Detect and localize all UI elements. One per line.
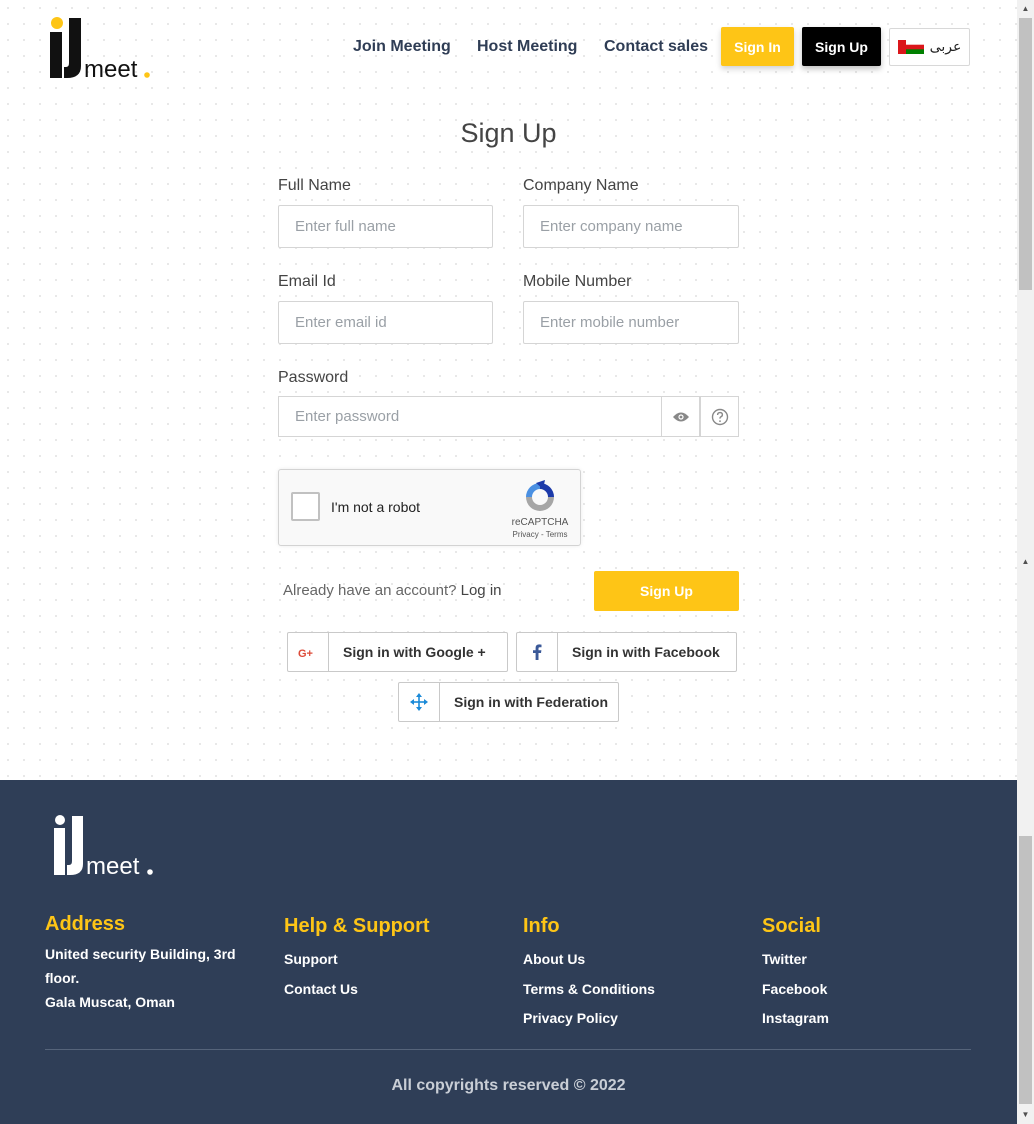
footer-info-title: Info — [523, 915, 560, 937]
ijmeet-logo[interactable]: meet — [48, 16, 158, 82]
mobile-input[interactable] — [523, 301, 739, 344]
company-name-label: Company Name — [523, 177, 639, 194]
federation-signin-label: Sign in with Federation — [454, 694, 608, 710]
svg-text:G+: G+ — [298, 648, 313, 658]
login-link[interactable]: Log in — [461, 582, 502, 599]
nav-join-meeting[interactable]: Join Meeting — [353, 37, 451, 57]
footer-address-text: United security Building, 3rd floor. Gal… — [45, 942, 245, 1014]
copyright-text: All copyrights reserved © 2022 — [391, 1077, 626, 1094]
scroll-up-arrow-icon[interactable]: ▲ — [1017, 2, 1034, 16]
email-input[interactable] — [278, 301, 493, 344]
recaptcha-brand: reCAPTCHA — [511, 517, 569, 528]
google-signin-button[interactable]: G+ Sign in with Google + — [287, 632, 508, 672]
password-help-button[interactable] — [700, 396, 739, 437]
page-scrollbar[interactable]: ▲ ▲ ▼ — [1017, 0, 1034, 1124]
footer-address-line2: Gala Muscat, Oman — [45, 994, 175, 1010]
sign-up-submit-button[interactable]: Sign Up — [594, 571, 739, 611]
recaptcha-privacy-link[interactable]: Privacy — [513, 530, 539, 539]
full-name-input[interactable] — [278, 205, 493, 248]
page: meet Join Meeting Host Meeting Contact s… — [0, 0, 1017, 1124]
already-have-account-text: Already have an account? — [283, 582, 457, 599]
federation-signin-button[interactable]: Sign in with Federation — [398, 682, 619, 722]
facebook-signin-label: Sign in with Facebook — [572, 644, 720, 660]
footer-social-title: Social — [762, 915, 821, 937]
facebook-signin-button[interactable]: Sign in with Facebook — [516, 632, 737, 672]
full-name-label: Full Name — [278, 177, 351, 194]
recaptcha-links: Privacy - Terms — [505, 530, 575, 539]
scrollbar-thumb-2[interactable] — [1019, 836, 1032, 1104]
footer-divider — [45, 1049, 971, 1050]
footer-help-title: Help & Support — [284, 915, 430, 937]
password-label: Password — [278, 369, 349, 386]
footer-link-facebook[interactable]: Facebook — [762, 981, 827, 997]
svg-text:meet: meet — [84, 56, 138, 82]
footer-address-line1: United security Building, 3rd floor. — [45, 946, 236, 986]
svg-text:meet: meet — [86, 853, 140, 880]
eye-icon — [672, 412, 689, 421]
google-signin-label: Sign in with Google + — [343, 644, 486, 660]
page-title: Sign Up — [460, 118, 557, 148]
footer-address-title: Address — [45, 913, 126, 935]
oman-flag-icon — [897, 40, 924, 54]
footer-link-about-us[interactable]: About Us — [523, 951, 585, 967]
show-password-button[interactable] — [661, 396, 700, 437]
footer-link-privacy[interactable]: Privacy Policy — [523, 1010, 618, 1026]
company-name-input[interactable] — [523, 205, 739, 248]
header: meet Join Meeting Host Meeting Contact s… — [0, 0, 1017, 96]
nav-host-meeting[interactable]: Host Meeting — [477, 37, 577, 57]
ijmeet-footer-logo[interactable]: meet — [52, 814, 162, 880]
nav-contact-sales[interactable]: Contact sales — [604, 37, 708, 57]
footer: meet Address United security Building, 3… — [0, 780, 1017, 1124]
email-label: Email Id — [278, 273, 336, 290]
recaptcha-widget: I'm not a robot reCAPTCHA Privacy - Term… — [278, 469, 581, 546]
language-label: عربى — [929, 39, 962, 55]
footer-link-instagram[interactable]: Instagram — [762, 1010, 829, 1026]
footer-link-contact-us[interactable]: Contact Us — [284, 981, 358, 997]
mobile-label: Mobile Number — [523, 273, 632, 290]
recaptcha-terms-link[interactable]: Terms — [546, 530, 568, 539]
facebook-icon — [517, 633, 558, 671]
recaptcha-checkbox[interactable] — [291, 492, 320, 521]
password-input[interactable] — [278, 396, 661, 437]
question-circle-icon — [711, 408, 728, 425]
recaptcha-separator: - — [538, 530, 546, 539]
footer-link-support[interactable]: Support — [284, 951, 338, 967]
federation-icon — [399, 683, 440, 721]
footer-link-twitter[interactable]: Twitter — [762, 951, 807, 967]
recaptcha-label: I'm not a robot — [331, 499, 421, 515]
footer-link-terms[interactable]: Terms & Conditions — [523, 981, 655, 997]
login-prompt: Already have an account? Log in — [283, 582, 502, 599]
scrollbar-thumb[interactable] — [1019, 18, 1032, 290]
language-toggle-button[interactable]: عربى — [889, 28, 970, 66]
sign-up-header-button[interactable]: Sign Up — [802, 27, 881, 66]
google-plus-icon: G+ — [288, 633, 329, 671]
password-field-group — [278, 396, 739, 437]
scroll-down-arrow-icon[interactable]: ▼ — [1017, 1108, 1034, 1122]
recaptcha-icon — [526, 480, 554, 511]
sign-in-button[interactable]: Sign In — [721, 27, 794, 66]
scroll-up-arrow-icon-2[interactable]: ▲ — [1017, 555, 1034, 569]
